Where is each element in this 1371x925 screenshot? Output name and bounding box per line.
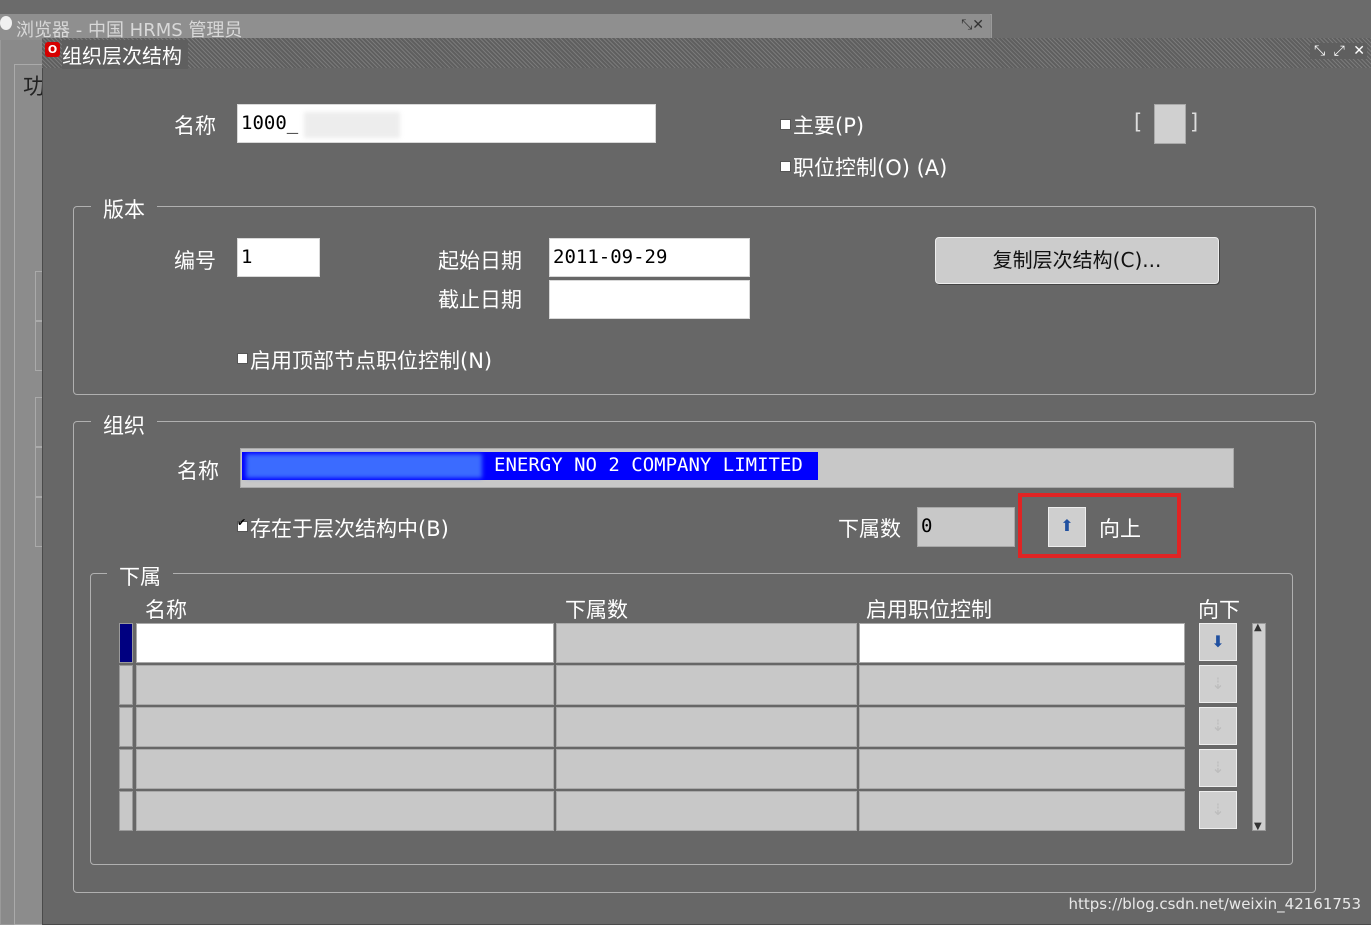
row-enable-position-control-cell[interactable] xyxy=(859,623,1185,663)
row-down-button[interactable]: ⇣ xyxy=(1199,791,1237,829)
copy-hierarchy-label: 复制层次结构(C)... xyxy=(992,248,1162,272)
descriptive-flexfield[interactable] xyxy=(1154,104,1186,144)
scroll-down-icon[interactable]: ▼ xyxy=(1254,821,1262,832)
window-controls-icon[interactable]: ⤡✕ xyxy=(961,17,984,33)
row-subordinate-count-cell[interactable] xyxy=(556,623,857,663)
version-number-value: 1 xyxy=(241,246,253,268)
column-header-enable-position-control: 启用职位控制 xyxy=(866,598,992,622)
row-indicator[interactable] xyxy=(119,665,133,705)
hierarchy-name-value: 1000_ xyxy=(241,112,299,134)
window-titlebar[interactable]: O 组织层次结构 ⤡ ⤢ ✕ xyxy=(42,38,1371,69)
top-node-position-control-checkbox[interactable] xyxy=(237,353,248,364)
row-down-button[interactable]: ⬇ xyxy=(1199,623,1237,661)
window-title: 组织层次结构 xyxy=(62,40,188,69)
subordinate-count-field[interactable]: 0 xyxy=(917,507,1015,547)
highlight-box xyxy=(1018,493,1181,558)
organization-name-label: 名称 xyxy=(177,459,219,483)
browser-logo-icon xyxy=(0,16,12,30)
organization-group-title: 组织 xyxy=(91,410,157,440)
column-header-name: 名称 xyxy=(145,598,187,622)
exists-in-hierarchy-label: 存在于层次结构中(B) xyxy=(250,517,449,541)
position-control-checkbox[interactable] xyxy=(780,161,791,172)
start-date-field[interactable]: 2011-09-29 xyxy=(549,238,750,277)
row-enable-position-control-cell[interactable] xyxy=(859,665,1185,705)
arrow-down-icon: ⇣ xyxy=(1211,758,1225,777)
subordinates-group-title: 下属 xyxy=(107,561,173,591)
subordinate-count-label: 下属数 xyxy=(838,517,901,541)
copy-hierarchy-button[interactable]: 复制层次结构(C)... xyxy=(935,237,1219,284)
row-indicator[interactable] xyxy=(119,707,133,747)
row-name-cell[interactable] xyxy=(136,707,554,747)
watermark: https://blog.csdn.net/weixin_42161753 xyxy=(1068,895,1361,913)
version-number-field[interactable]: 1 xyxy=(237,238,320,277)
scroll-up-icon[interactable]: ▲ xyxy=(1254,622,1262,633)
row-subordinate-count-cell[interactable] xyxy=(556,665,857,705)
row-down-button[interactable]: ⇣ xyxy=(1199,707,1237,745)
end-date-label: 截止日期 xyxy=(438,288,522,312)
row-subordinate-count-cell[interactable] xyxy=(556,707,857,747)
redaction-blur xyxy=(246,454,482,478)
row-indicator[interactable] xyxy=(119,791,133,831)
top-node-position-control-label: 启用顶部节点职位控制(N) xyxy=(250,349,493,373)
row-down-button[interactable]: ⇣ xyxy=(1199,749,1237,787)
start-date-value: 2011-09-29 xyxy=(553,246,668,268)
arrow-down-icon: ⇣ xyxy=(1211,674,1225,693)
row-name-cell[interactable] xyxy=(136,749,554,789)
window-controls-icon[interactable]: ⤡ ⤢ ✕ xyxy=(1309,43,1367,59)
row-enable-position-control-cell[interactable] xyxy=(859,749,1185,789)
column-header-subordinate-count: 下属数 xyxy=(565,598,628,622)
row-indicator[interactable] xyxy=(119,623,133,663)
end-date-field[interactable] xyxy=(549,280,750,319)
row-name-cell[interactable] xyxy=(136,791,554,831)
arrow-down-icon: ⇣ xyxy=(1211,800,1225,819)
subordinate-count-value: 0 xyxy=(921,515,933,537)
oracle-logo-icon: O xyxy=(45,42,60,57)
row-name-cell[interactable] xyxy=(136,665,554,705)
position-control-label: 职位控制(O) (A) xyxy=(793,156,948,180)
bracket-right: ] xyxy=(1190,110,1199,134)
hierarchy-name-field[interactable]: 1000_ xyxy=(237,104,656,143)
organization-name-value: ENERGY NO 2 COMPANY LIMITED xyxy=(494,454,803,476)
row-indicator[interactable] xyxy=(119,749,133,789)
primary-label: 主要(P) xyxy=(793,114,865,138)
row-down-button[interactable]: ⇣ xyxy=(1199,665,1237,703)
primary-checkbox[interactable] xyxy=(780,119,791,130)
arrow-down-icon: ⇣ xyxy=(1211,716,1225,735)
name-label: 名称 xyxy=(174,114,216,138)
row-enable-position-control-cell[interactable] xyxy=(859,791,1185,831)
arrow-down-icon: ⬇ xyxy=(1211,632,1225,651)
redaction-blur xyxy=(304,112,400,138)
bracket-left: [ xyxy=(1134,110,1143,134)
start-date-label: 起始日期 xyxy=(438,249,522,273)
column-header-down: 向下 xyxy=(1198,598,1240,622)
version-number-label: 编号 xyxy=(174,249,216,273)
vertical-scrollbar[interactable]: ▲ ▼ xyxy=(1252,622,1266,832)
row-name-cell[interactable] xyxy=(136,623,554,663)
version-group-title: 版本 xyxy=(91,194,157,224)
row-enable-position-control-cell[interactable] xyxy=(859,707,1185,747)
row-subordinate-count-cell[interactable] xyxy=(556,749,857,789)
exists-in-hierarchy-checkbox[interactable] xyxy=(237,516,248,532)
background-window-titlebar[interactable]: 浏览器 - 中国 HRMS 管理员 ⤡✕ xyxy=(0,14,990,41)
row-subordinate-count-cell[interactable] xyxy=(556,791,857,831)
